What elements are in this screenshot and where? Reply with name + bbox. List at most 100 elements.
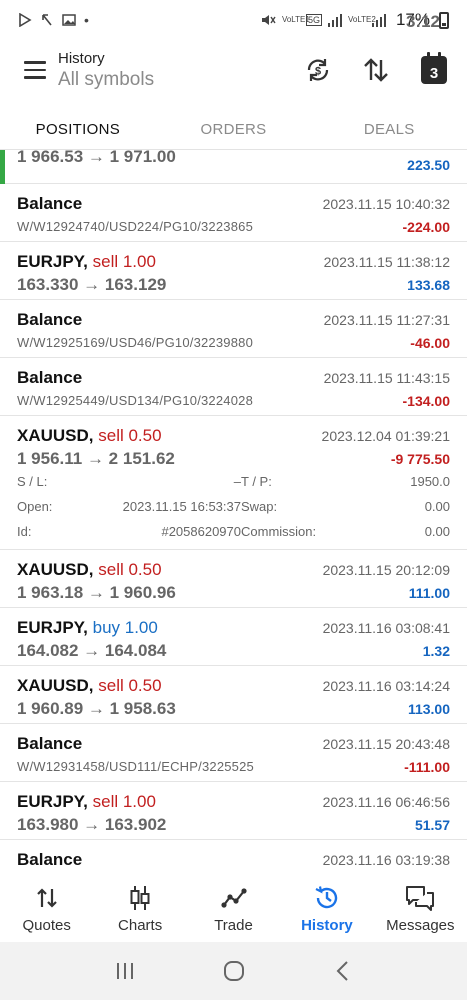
profit-value: -134.00	[402, 393, 450, 409]
profit-value: -9 775.50	[390, 451, 450, 467]
nav-messages[interactable]: Messages	[374, 876, 467, 942]
nav-label: Charts	[118, 916, 163, 934]
list-item[interactable]: Balance 2023.11.16 03:19:38	[0, 840, 467, 876]
list-item[interactable]: Balance W/W12924740/USD224/PG10/3223865 …	[0, 184, 467, 242]
profit-value: -111.00	[404, 759, 450, 775]
currency-refresh-icon: $	[307, 59, 329, 81]
symbol-filter[interactable]: All symbols	[58, 69, 154, 91]
row-title: Balance	[17, 734, 83, 753]
swap-value: 0.00	[424, 499, 450, 514]
signal-icon-1	[327, 13, 342, 27]
row-time: 2023.11.15 10:40:32	[322, 196, 450, 212]
history-tabs: POSITIONS ORDERS DEALS	[0, 112, 467, 150]
home-button[interactable]	[214, 956, 254, 986]
nav-label: History	[301, 916, 353, 934]
tab-deals[interactable]: DEALS	[311, 112, 467, 149]
notification-icons: •	[18, 12, 89, 28]
bottom-navigation: Quotes Charts Trade History Messages	[0, 876, 467, 942]
expanded-position-row[interactable]: XAUUSD, sell 0.50 1 956.11 → 2 151.62 20…	[0, 416, 467, 550]
profit-value: 223.50	[407, 157, 450, 173]
list-item[interactable]: EURJPY, sell 1.00 163.330 → 163.129 2023…	[0, 242, 467, 300]
calendar-icon: 3	[421, 52, 447, 84]
messages-icon	[406, 885, 435, 911]
row-title: Balance	[17, 850, 83, 869]
take-profit-label: T / P:	[241, 474, 272, 489]
image-icon	[62, 14, 76, 26]
5g-label: 5G	[305, 14, 322, 26]
volte2-label: VoLTE2	[347, 15, 376, 24]
signal-icon-2	[371, 13, 386, 27]
balance-comment: W/W12925169/USD46/PG10/32239880	[17, 335, 254, 350]
list-item[interactable]: EURJPY, buy 1.00 164.082 → 164.084 2023.…	[0, 608, 467, 666]
dot-icon: •	[84, 12, 89, 28]
list-item[interactable]: Balance W/W12931458/USD111/ECHP/3225525 …	[0, 724, 467, 782]
symbol-label: EURJPY,	[17, 792, 88, 811]
history-list[interactable]: 1 966.53 → 1 971.00 223.50 Balance W/W12…	[0, 150, 467, 876]
back-button[interactable]	[323, 956, 363, 986]
profit-value: 51.57	[414, 817, 450, 833]
list-item[interactable]: EURJPY, sell 1.00 163.980 → 163.902 2023…	[0, 782, 467, 840]
volte1-label: VoLTE1	[281, 15, 310, 24]
row-time: 2023.11.15 20:43:48	[322, 736, 450, 752]
symbol-label: XAUUSD,	[17, 560, 94, 579]
status-time: 3:12	[405, 12, 440, 31]
app-header: History All symbols $ 3	[0, 40, 467, 100]
profit-value: -46.00	[410, 335, 450, 351]
commission-label: Commission:	[241, 524, 317, 539]
mute-icon	[261, 15, 276, 25]
row-time: 2023.11.15 11:43:15	[323, 370, 450, 386]
open-time-label: Open:	[17, 499, 53, 514]
row-time: 2023.11.15 20:12:09	[322, 562, 450, 578]
currency-sync-button[interactable]: $	[303, 55, 333, 85]
trade-side: sell 0.50	[98, 426, 162, 445]
trade-icon	[220, 887, 247, 908]
nav-history[interactable]: History	[280, 876, 373, 942]
trade-side: sell 1.00	[92, 792, 156, 811]
symbol-label: XAUUSD,	[17, 426, 94, 445]
back-chevron-icon	[336, 961, 348, 981]
sort-button[interactable]	[361, 55, 391, 85]
list-item[interactable]: 1 966.53 → 1 971.00 223.50	[0, 150, 467, 184]
trade-side: sell 0.50	[98, 676, 162, 695]
list-item[interactable]: XAUUSD, sell 0.50 1 963.18 → 1 960.96 20…	[0, 550, 467, 608]
nav-charts[interactable]: Charts	[93, 876, 186, 942]
header-titles[interactable]: History All symbols	[58, 50, 154, 91]
list-item[interactable]: XAUUSD, sell 0.50 1 960.89 → 1 958.63 20…	[0, 666, 467, 724]
recent-apps-icon	[116, 963, 133, 979]
system-navigation-bar	[0, 942, 467, 1000]
profit-value: 111.00	[408, 585, 450, 601]
battery-icon	[439, 11, 449, 29]
nav-label: Trade	[214, 916, 253, 934]
page-title: History	[58, 49, 105, 67]
stop-loss-label: S / L:	[17, 474, 48, 489]
trade-side: sell 1.00	[92, 252, 156, 271]
list-item[interactable]: Balance W/W12925169/USD46/PG10/32239880 …	[0, 300, 467, 358]
row-time: 2023.12.04 01:39:21	[321, 428, 450, 444]
nav-label: Quotes	[22, 916, 71, 934]
row-title: Balance	[17, 194, 83, 213]
id-label: Id:	[17, 524, 32, 539]
nav-trade[interactable]: Trade	[187, 876, 280, 942]
balance-comment: W/W12924740/USD224/PG10/3223865	[17, 219, 254, 234]
list-item[interactable]: Balance W/W12925449/USD134/PG10/3224028 …	[0, 358, 467, 416]
svg-text:$: $	[315, 66, 321, 78]
quotes-icon	[36, 887, 57, 908]
calendar-button[interactable]: 3	[419, 52, 449, 85]
trade-side: sell 0.50	[98, 560, 162, 579]
id-value: #2058620970	[161, 524, 241, 539]
tab-orders[interactable]: ORDERS	[156, 112, 312, 149]
symbol-label: EURJPY,	[17, 252, 88, 271]
stop-loss-value: –	[233, 474, 241, 489]
take-profit-value: 1950.0	[410, 474, 450, 489]
row-time: 2023.11.15 11:38:12	[323, 254, 450, 270]
price-range: 1 963.18 → 1 960.96	[17, 583, 176, 602]
symbol-label: EURJPY,	[17, 618, 88, 637]
missed-call-icon	[42, 14, 52, 26]
tab-positions[interactable]: POSITIONS	[0, 112, 156, 149]
play-icon	[19, 13, 32, 27]
balance-comment: W/W12925449/USD134/PG10/3224028	[17, 393, 254, 408]
recent-apps-button[interactable]	[105, 956, 145, 986]
position-marker	[0, 150, 5, 184]
nav-quotes[interactable]: Quotes	[0, 876, 93, 942]
row-time: 2023.11.16 06:46:56	[322, 794, 450, 810]
